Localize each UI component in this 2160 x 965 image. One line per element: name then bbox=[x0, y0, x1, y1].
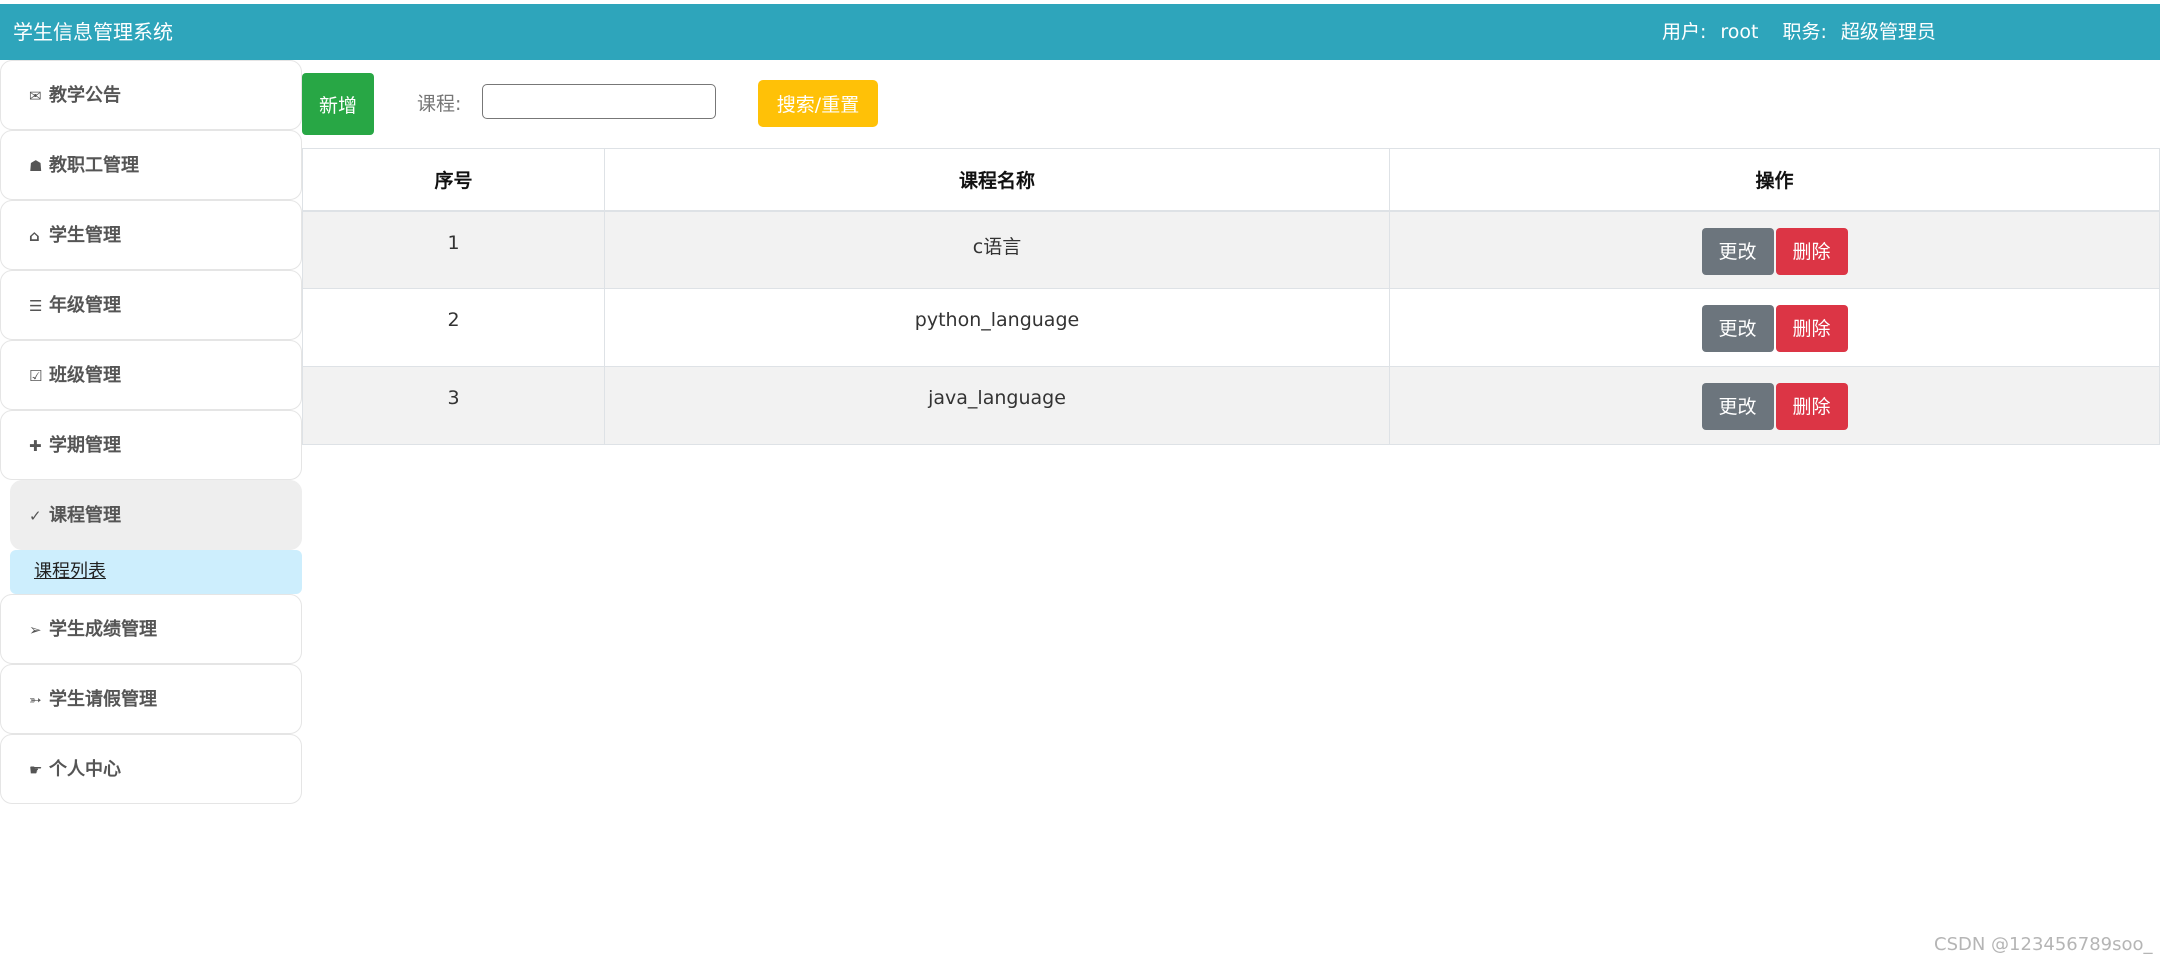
delete-button[interactable]: 删除 bbox=[1775, 305, 1848, 352]
check-box-icon: ☑ bbox=[29, 367, 43, 385]
row-course-name: c语言 bbox=[604, 210, 1390, 289]
user-value: root bbox=[1720, 21, 1759, 43]
sidebar-item-leave[interactable]: ➳ 学生请假管理 bbox=[0, 664, 302, 734]
add-button[interactable]: 新增 bbox=[302, 73, 374, 135]
row-course-name: python_language bbox=[604, 288, 1390, 367]
sidebar-item-label: 课程管理 bbox=[49, 505, 121, 526]
delete-button[interactable]: 删除 bbox=[1775, 383, 1848, 430]
sidebar-item-label: 学生成绩管理 bbox=[49, 619, 157, 640]
plus-icon: ✚ bbox=[29, 437, 42, 455]
row-actions: 更改 删除 bbox=[1389, 366, 2160, 445]
user-info: 用户: root 职务: 超级管理员 bbox=[1662, 17, 1936, 47]
sidebar-item-scores[interactable]: ➢ 学生成绩管理 bbox=[0, 594, 302, 664]
sidebar-item-courses[interactable]: ✓ 课程管理 bbox=[10, 480, 302, 550]
sidebar-item-grades[interactable]: ☰ 年级管理 bbox=[0, 270, 302, 340]
home-icon: ⌂ bbox=[29, 227, 40, 245]
sidebar-item-label: 班级管理 bbox=[49, 365, 121, 386]
envelope-icon: ✉ bbox=[29, 87, 42, 105]
table-row: 1 c语言 更改 删除 bbox=[302, 210, 2160, 289]
edit-button[interactable]: 更改 bbox=[1701, 305, 1774, 352]
hand-point-icon: ☛ bbox=[29, 761, 43, 779]
app-title: 学生信息管理系统 bbox=[13, 20, 173, 44]
row-index: 2 bbox=[302, 288, 605, 367]
sidebar-item-label: 学生请假管理 bbox=[49, 689, 157, 710]
user-label: 用户: bbox=[1662, 21, 1707, 43]
sidebar-item-classes[interactable]: ☑ 班级管理 bbox=[0, 340, 302, 410]
edit-button[interactable]: 更改 bbox=[1701, 383, 1774, 430]
role-value: 超级管理员 bbox=[1840, 21, 1936, 43]
submenu-item-course-list: 课程列表 bbox=[10, 550, 302, 594]
row-course-name: java_language bbox=[604, 366, 1390, 445]
bell-icon: ☗ bbox=[29, 157, 43, 175]
table-header-row: 序号 课程名称 操作 bbox=[302, 148, 2160, 212]
course-table-container: 序号 课程名称 操作 1 c语言 更改 删除 2 python_language … bbox=[302, 148, 2160, 445]
column-header-course-name: 课程名称 bbox=[604, 148, 1390, 212]
list-icon: ☰ bbox=[29, 297, 43, 315]
sidebar-item-label: 年级管理 bbox=[49, 295, 121, 316]
sidebar-item-announcements[interactable]: ✉ 教学公告 bbox=[0, 60, 302, 130]
sidebar: ✉ 教学公告 ☗ 教职工管理 ⌂ 学生管理 ☰ 年级管理 ☑ 班级管理 ✚ 学期管理 ✓ 课程… bbox=[0, 60, 302, 804]
row-index: 1 bbox=[302, 210, 605, 289]
arrow-icon: ➳ bbox=[29, 691, 42, 709]
table-row: 2 python_language 更改 删除 bbox=[302, 288, 2160, 367]
column-header-index: 序号 bbox=[302, 148, 605, 212]
sidebar-item-staff[interactable]: ☗ 教职工管理 bbox=[0, 130, 302, 200]
check-icon: ✓ bbox=[29, 507, 42, 525]
toolbar: 新增 课程: 搜索/重置 bbox=[302, 73, 2160, 135]
row-actions: 更改 删除 bbox=[1389, 210, 2160, 289]
sidebar-item-label: 个人中心 bbox=[49, 759, 121, 780]
watermark-text: CSDN @123456789soo_ bbox=[1934, 934, 2153, 955]
delete-button[interactable]: 删除 bbox=[1775, 227, 1848, 275]
sidebar-item-label: 学生管理 bbox=[49, 225, 121, 246]
sidebar-item-semesters[interactable]: ✚ 学期管理 bbox=[0, 410, 302, 480]
sidebar-item-profile[interactable]: ☛ 个人中心 bbox=[0, 734, 302, 804]
role-label: 职务: bbox=[1782, 21, 1827, 43]
search-reset-button[interactable]: 搜索/重置 bbox=[758, 80, 878, 127]
row-actions: 更改 删除 bbox=[1389, 288, 2160, 367]
sidebar-item-label: 教职工管理 bbox=[49, 155, 139, 176]
course-list-link[interactable]: 课程列表 bbox=[34, 550, 106, 594]
course-search-input[interactable] bbox=[482, 84, 716, 119]
arrow-right-icon: ➢ bbox=[29, 621, 42, 639]
row-index: 3 bbox=[302, 366, 605, 445]
sidebar-item-label: 学期管理 bbox=[49, 435, 121, 456]
sidebar-item-students[interactable]: ⌂ 学生管理 bbox=[0, 200, 302, 270]
column-header-actions: 操作 bbox=[1389, 148, 2160, 212]
sidebar-item-label: 教学公告 bbox=[49, 85, 121, 106]
top-navbar: 学生信息管理系统 用户: root 职务: 超级管理员 bbox=[0, 4, 2160, 60]
search-label: 课程: bbox=[417, 93, 462, 115]
edit-button[interactable]: 更改 bbox=[1701, 227, 1774, 275]
course-table: 序号 课程名称 操作 1 c语言 更改 删除 2 python_language … bbox=[302, 148, 2160, 445]
table-row: 3 java_language 更改 删除 bbox=[302, 366, 2160, 445]
